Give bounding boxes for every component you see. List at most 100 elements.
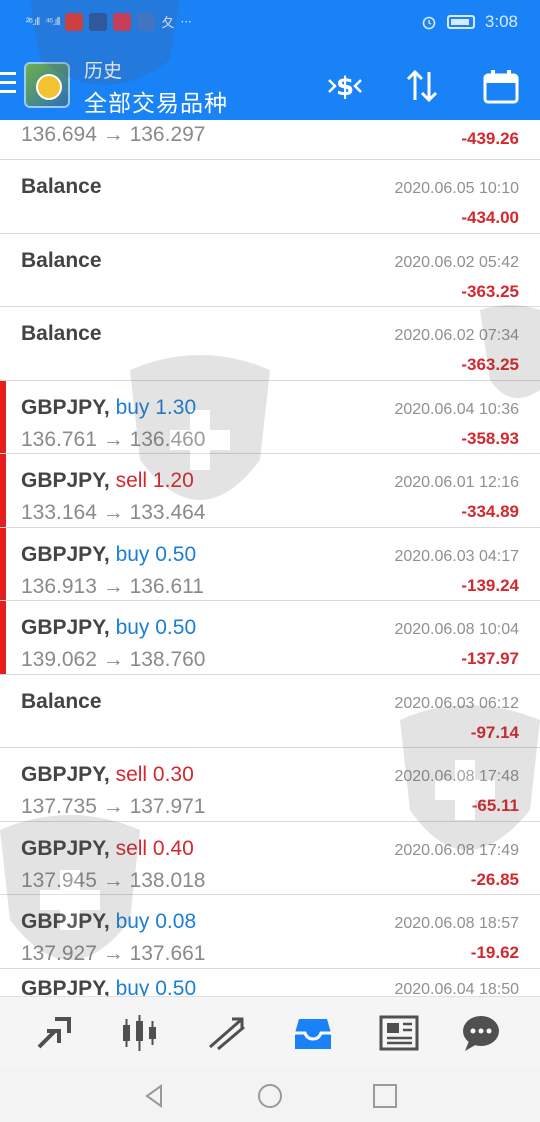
- signal-icon: ²⁶.ıll: [26, 15, 40, 28]
- price-range: 136.761 → 136.460: [21, 427, 206, 451]
- chat-icon[interactable]: [459, 1011, 503, 1055]
- trade-datetime: 2020.06.08 17:49: [394, 841, 519, 859]
- trade-symbol: GBPJPY, sell 1.20: [21, 469, 194, 493]
- svg-text:$: $: [336, 72, 354, 102]
- symbol-text: GBPJPY,: [21, 542, 110, 566]
- trade-icon[interactable]: [204, 1011, 248, 1055]
- price-range: 136.694 → 136.297: [21, 123, 206, 146]
- trade-direction: sell 0.40: [115, 836, 194, 860]
- trade-datetime: 2020.06.05 10:10: [394, 180, 519, 197]
- bottom-navigation: [0, 996, 540, 1068]
- history-icon[interactable]: [291, 1011, 335, 1055]
- status-bar: ²⁶.ıll ⁴⁶.ıll 夂 ⋯ 3:08: [0, 0, 540, 46]
- list-item[interactable]: GBPJPY, buy 0.50 2020.06.04 18:50: [0, 969, 540, 997]
- list-item[interactable]: GBPJPY, sell 0.40 137.945 → 138.018 2020.0…: [0, 822, 540, 895]
- list-item[interactable]: GBPJPY, sell 0.30 137.735 → 137.971 2020.0…: [0, 748, 540, 822]
- trade-symbol: GBPJPY, sell 0.30: [21, 763, 194, 787]
- home-icon[interactable]: [256, 1082, 284, 1110]
- quotes-icon[interactable]: [33, 1011, 77, 1055]
- trade-direction: buy 0.50: [115, 542, 197, 566]
- list-item[interactable]: Balance 2020.06.05 10:10 -434.00: [0, 160, 540, 234]
- profit-value: -358.93: [461, 428, 519, 448]
- notification-app-icon: [113, 12, 132, 31]
- trade-datetime: 2020.06.02 07:34: [394, 327, 519, 344]
- trade-symbol: GBPJPY, buy 0.50: [21, 543, 196, 567]
- trade-symbol: GBPJPY, buy 0.08: [21, 910, 196, 934]
- chart-icon[interactable]: [118, 1011, 162, 1055]
- battery-icon: [446, 15, 475, 29]
- back-icon[interactable]: [141, 1082, 169, 1110]
- price-range: 139.062 → 138.760: [21, 648, 206, 671]
- status-bar-right: 3:08: [421, 12, 518, 32]
- menu-icon[interactable]: [0, 72, 16, 96]
- symbol-text: GBPJPY,: [21, 836, 110, 860]
- trade-datetime: 2020.06.01 12:16: [394, 474, 519, 491]
- more-notifications-icon: ⋯: [180, 16, 192, 28]
- status-time: 3:08: [484, 12, 518, 31]
- symbol-text: Balance: [21, 322, 102, 345]
- profit-value: -19.62: [470, 943, 519, 962]
- profit-value: -139.24: [461, 575, 519, 595]
- profit-value: -97.14: [470, 722, 519, 742]
- price-range: 137.945 → 138.018: [21, 868, 206, 892]
- profit-value: -137.97: [461, 649, 519, 668]
- system-navigation: [0, 1068, 540, 1122]
- calendar-icon[interactable]: [481, 66, 521, 106]
- trade-direction: buy 0.08: [115, 910, 197, 933]
- trade-symbol: GBPJPY, buy 0.50: [21, 977, 196, 997]
- trade-direction: buy 0.50: [115, 976, 197, 997]
- list-item[interactable]: GBPJPY, buy 0.50 136.913 → 136.611 2020.06…: [0, 527, 540, 601]
- symbol-text: GBPJPY,: [21, 763, 110, 786]
- list-item[interactable]: Balance 2020.06.02 05:42 -363.25: [0, 234, 540, 307]
- list-item[interactable]: Balance 2020.06.03 06:12 -97.14: [0, 675, 540, 748]
- profit-value: -26.85: [470, 869, 519, 889]
- status-bar-left: ²⁶.ıll ⁴⁶.ıll 夂 ⋯: [26, 12, 191, 31]
- trade-datetime: 2020.06.08 10:04: [394, 621, 519, 638]
- trade-symbol: GBPJPY, buy 1.30: [21, 396, 196, 420]
- price-range: 133.164 → 133.464: [21, 501, 206, 524]
- trade-datetime: 2020.06.03 04:17: [394, 547, 519, 565]
- list-item[interactable]: GBPJPY, buy 0.50 139.062 → 138.760 2020.06…: [0, 601, 540, 675]
- sort-icon[interactable]: [402, 66, 442, 106]
- news-icon[interactable]: [377, 1011, 421, 1055]
- trade-direction: sell 0.30: [115, 763, 194, 786]
- currency-exchange-icon[interactable]: $: [325, 66, 365, 106]
- list-item[interactable]: GBPJPY, buy 1.30 136.761 → 136.460 2020.06…: [0, 380, 540, 454]
- list-item[interactable]: 136.694 → 136.297 -439.26: [0, 120, 540, 160]
- profit-value: -363.25: [461, 281, 519, 301]
- profit-value: -363.25: [461, 355, 519, 374]
- trade-symbol: GBPJPY, sell 0.40: [21, 837, 194, 861]
- trade-datetime: 2020.06.08 18:57: [394, 915, 519, 932]
- symbol-text: GBPJPY,: [21, 976, 110, 997]
- page-title: 历史: [84, 61, 123, 82]
- trade-direction: sell 1.20: [115, 469, 194, 492]
- symbol-text: Balance: [21, 689, 102, 713]
- trade-datetime: 2020.06.04 18:50: [394, 980, 519, 997]
- symbol-text: Balance: [21, 248, 102, 272]
- symbol-filter[interactable]: 全部交易品种: [84, 84, 228, 118]
- trade-direction: buy 1.30: [115, 395, 197, 419]
- profit-value: -434.00: [461, 208, 519, 227]
- signal-icon-2: ⁴⁶.ıll: [45, 15, 60, 28]
- app-logo: [24, 62, 70, 108]
- price-range: 136.913 → 136.611: [21, 574, 204, 598]
- list-item[interactable]: GBPJPY, sell 1.20 133.164 → 133.464 2020.0…: [0, 454, 540, 528]
- symbol-text: Balance: [21, 175, 102, 198]
- list-item[interactable]: Balance 2020.06.02 07:34 -363.25: [0, 307, 540, 381]
- profit-value: -65.11: [471, 796, 519, 815]
- alarm-icon: [422, 16, 436, 30]
- balance-label: Balance: [21, 690, 102, 714]
- recents-icon[interactable]: [371, 1082, 399, 1110]
- app-header: ²⁶.ıll ⁴⁶.ıll 夂 ⋯ 3:08 历史 全部交易品种 $: [0, 0, 540, 120]
- price-range: 137.735 → 137.971: [21, 795, 206, 818]
- trade-symbol: GBPJPY, buy 0.50: [21, 616, 196, 640]
- profit-value: -334.89: [461, 502, 519, 521]
- list-item[interactable]: GBPJPY, buy 0.08 137.927 → 137.661 2020.06…: [0, 895, 540, 969]
- trade-datetime: 2020.06.04 10:36: [394, 400, 519, 418]
- history-list[interactable]: 136.694 → 136.297 -439.26 Balance 2020.06…: [0, 120, 540, 996]
- symbol-text: GBPJPY,: [21, 910, 110, 933]
- notification-icon: 夂: [161, 15, 175, 30]
- notification-app-icon: [137, 12, 156, 31]
- symbol-text: GBPJPY,: [21, 616, 110, 639]
- trade-datetime: 2020.06.03 06:12: [394, 694, 519, 712]
